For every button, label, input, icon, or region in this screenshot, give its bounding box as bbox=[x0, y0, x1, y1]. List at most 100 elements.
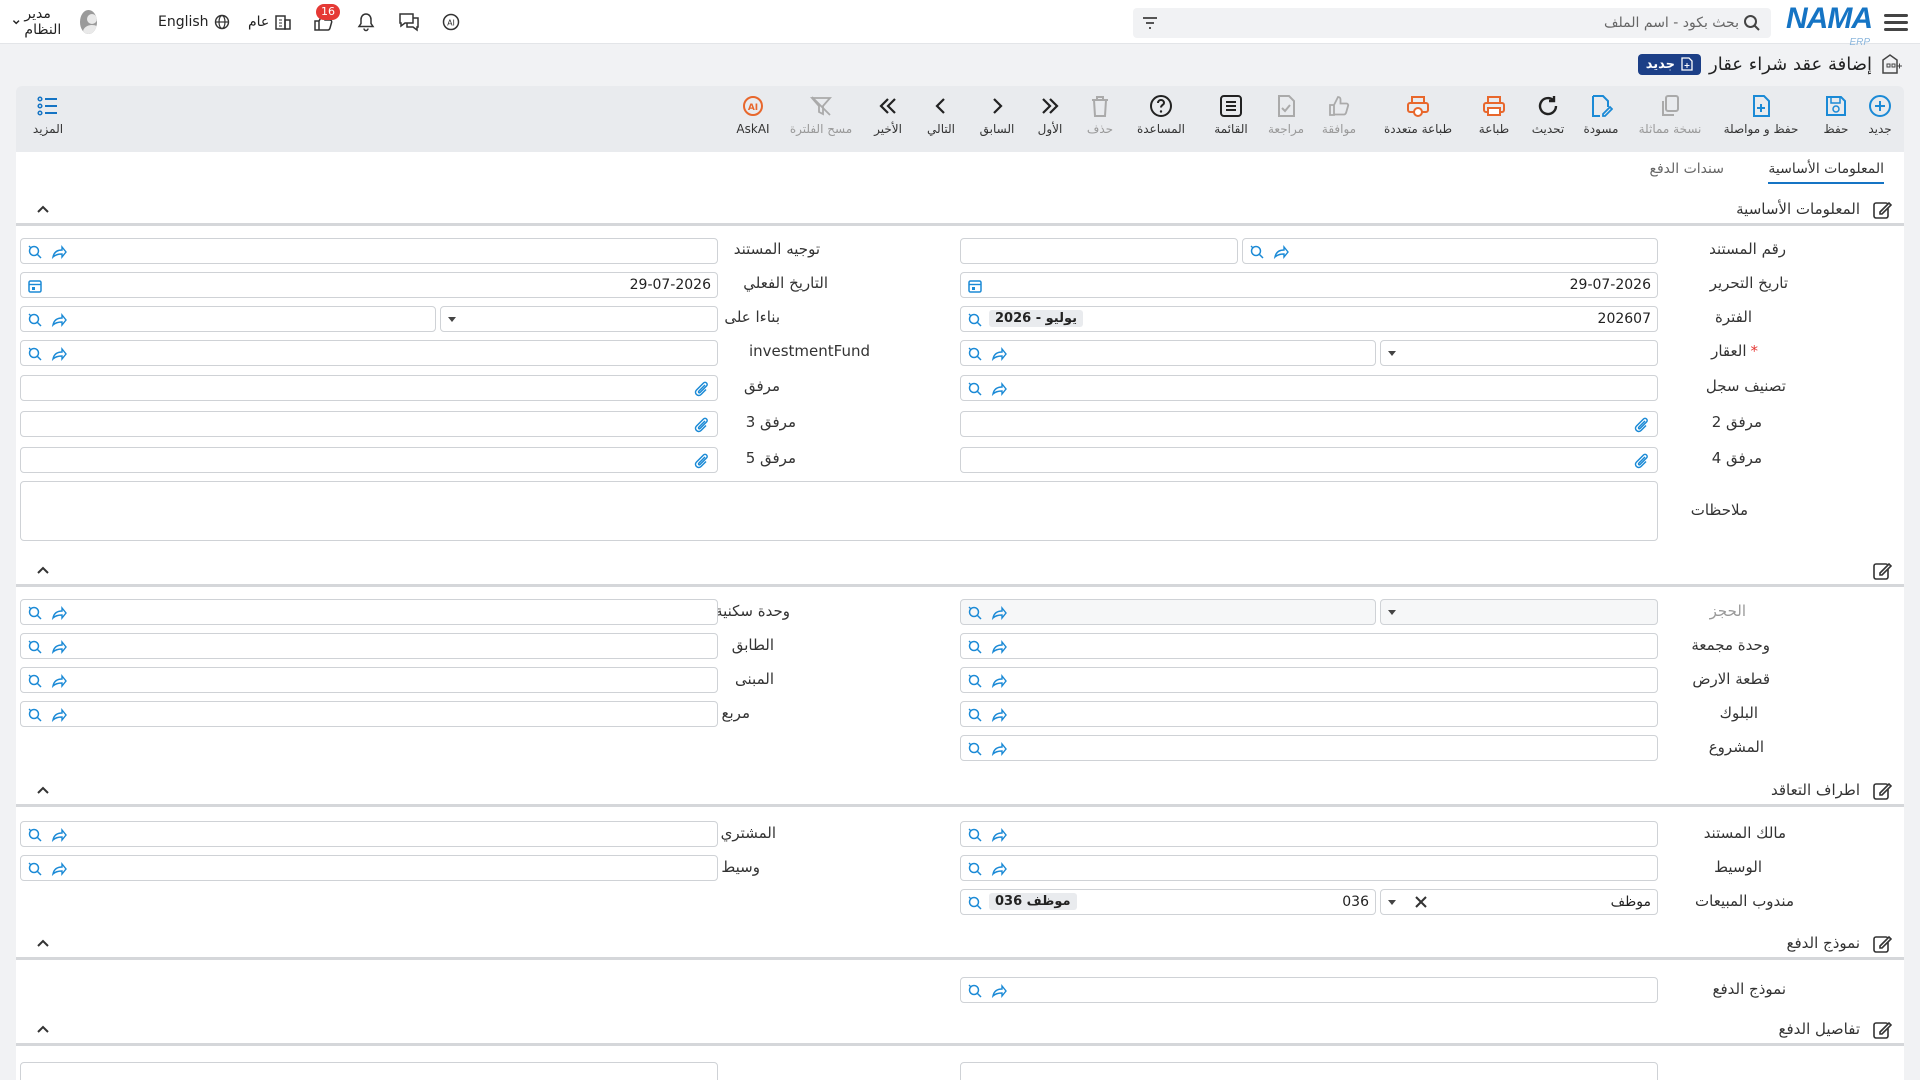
previous-button[interactable]: السابق bbox=[972, 94, 1022, 146]
search-refresh-icon[interactable] bbox=[967, 741, 983, 757]
chevron-up-icon[interactable] bbox=[36, 1022, 50, 1036]
share-arrow-icon[interactable] bbox=[991, 381, 1007, 397]
reservation-select[interactable] bbox=[1380, 599, 1658, 625]
more-button[interactable]: المزيد bbox=[24, 94, 72, 146]
delete-button[interactable]: حذف bbox=[1080, 94, 1120, 146]
square-field[interactable] bbox=[20, 701, 718, 727]
tab-payment-vouchers[interactable]: سندات الدفع bbox=[1650, 161, 1724, 177]
share-arrow-icon[interactable] bbox=[51, 861, 67, 877]
review-button[interactable]: مراجعة bbox=[1262, 94, 1310, 146]
actual-date-field[interactable]: 29-07-2026 bbox=[20, 272, 718, 298]
search-icon[interactable] bbox=[1743, 14, 1761, 32]
doc-number-secondary-field[interactable] bbox=[960, 238, 1238, 264]
search-refresh-icon[interactable] bbox=[27, 244, 43, 260]
edit-icon[interactable] bbox=[1872, 781, 1892, 801]
close-icon[interactable] bbox=[1415, 896, 1427, 908]
section-header-payment-model[interactable]: نموذج الدفع bbox=[16, 928, 1904, 960]
based-on-field[interactable] bbox=[20, 306, 436, 332]
section-header-payment-details[interactable]: تفاصيل الدفع bbox=[16, 1014, 1904, 1046]
floor-field[interactable] bbox=[20, 633, 718, 659]
search-refresh-icon[interactable] bbox=[27, 312, 43, 328]
next-button[interactable]: التالي bbox=[916, 94, 966, 146]
share-arrow-icon[interactable] bbox=[991, 861, 1007, 877]
search-refresh-icon[interactable] bbox=[27, 861, 43, 877]
share-arrow-icon[interactable] bbox=[991, 707, 1007, 723]
calendar-icon[interactable] bbox=[27, 278, 43, 294]
chevron-up-icon[interactable] bbox=[36, 783, 50, 797]
paperclip-icon[interactable] bbox=[1633, 452, 1651, 470]
buyer-field[interactable] bbox=[20, 821, 718, 847]
calendar-icon[interactable] bbox=[967, 278, 983, 294]
first-button[interactable]: الأول bbox=[1030, 94, 1070, 146]
search-refresh-icon[interactable] bbox=[27, 346, 43, 362]
edit-icon[interactable] bbox=[1872, 934, 1892, 954]
payment-details-field-partial[interactable] bbox=[960, 1062, 1658, 1080]
paperclip-icon[interactable] bbox=[693, 452, 711, 470]
last-button[interactable]: الأخير bbox=[866, 94, 910, 146]
share-arrow-icon[interactable] bbox=[51, 244, 67, 260]
sales-rep-type-select[interactable]: موظف bbox=[1380, 889, 1658, 915]
doc-owner-field[interactable] bbox=[960, 821, 1658, 847]
aggregate-unit-field[interactable] bbox=[960, 633, 1658, 659]
doc-direction-field[interactable] bbox=[20, 238, 718, 264]
draft-button[interactable]: مسودة bbox=[1576, 94, 1626, 146]
share-arrow-icon[interactable] bbox=[991, 983, 1007, 999]
paperclip-icon[interactable] bbox=[693, 380, 711, 398]
share-arrow-icon[interactable] bbox=[991, 639, 1007, 655]
edit-icon[interactable] bbox=[1872, 1020, 1892, 1040]
askai-button[interactable]: AI AskAI bbox=[728, 94, 778, 146]
new-button[interactable]: جديد bbox=[1860, 94, 1900, 146]
edit-icon[interactable] bbox=[1872, 561, 1892, 581]
notes-textarea[interactable] bbox=[20, 481, 1658, 541]
approvals-button[interactable]: 16 bbox=[312, 4, 340, 34]
search-refresh-icon[interactable] bbox=[967, 895, 983, 911]
share-arrow-icon[interactable] bbox=[991, 605, 1007, 621]
building-field[interactable] bbox=[20, 667, 718, 693]
block-field[interactable] bbox=[960, 701, 1658, 727]
payment-model-field[interactable] bbox=[960, 977, 1658, 1003]
reservation-field[interactable] bbox=[960, 599, 1376, 625]
notifications-button[interactable] bbox=[356, 10, 376, 34]
search-refresh-icon[interactable] bbox=[27, 605, 43, 621]
search-refresh-icon[interactable] bbox=[967, 673, 983, 689]
search-refresh-icon[interactable] bbox=[27, 707, 43, 723]
print-button[interactable]: طباعة bbox=[1472, 94, 1516, 146]
filter-icon[interactable] bbox=[1141, 14, 1159, 32]
attachment4-field[interactable] bbox=[960, 447, 1658, 473]
edit-icon[interactable] bbox=[1872, 200, 1892, 220]
search-refresh-icon[interactable] bbox=[27, 827, 43, 843]
search-refresh-icon[interactable] bbox=[967, 346, 983, 362]
broker-field[interactable] bbox=[960, 855, 1658, 881]
share-arrow-icon[interactable] bbox=[51, 673, 67, 689]
save-continue-button[interactable]: حفظ و مواصلة bbox=[1716, 94, 1806, 146]
project-field[interactable] bbox=[960, 735, 1658, 761]
search-refresh-icon[interactable] bbox=[967, 312, 983, 328]
share-arrow-icon[interactable] bbox=[51, 827, 67, 843]
similar-copy-button[interactable]: نسخة مماثلة bbox=[1630, 94, 1710, 146]
approve-button[interactable]: موافقة bbox=[1314, 94, 1364, 146]
menu-icon[interactable] bbox=[1884, 10, 1908, 34]
search-refresh-icon[interactable] bbox=[27, 673, 43, 689]
paperclip-icon[interactable] bbox=[1633, 416, 1651, 434]
share-arrow-icon[interactable] bbox=[51, 346, 67, 362]
search-refresh-icon[interactable] bbox=[967, 983, 983, 999]
scope-switch[interactable]: عام bbox=[248, 10, 292, 34]
search-refresh-icon[interactable] bbox=[967, 605, 983, 621]
search-input[interactable] bbox=[1199, 13, 1739, 33]
share-arrow-icon[interactable] bbox=[51, 707, 67, 723]
land-plot-field[interactable] bbox=[960, 667, 1658, 693]
section-header-parties[interactable]: اطراف التعاقد bbox=[16, 775, 1904, 807]
list-button[interactable]: القائمة bbox=[1206, 94, 1256, 146]
period-field[interactable]: 202607 2026 - يوليو bbox=[960, 306, 1658, 332]
share-arrow-icon[interactable] bbox=[991, 673, 1007, 689]
save-button[interactable]: حفظ bbox=[1816, 94, 1856, 146]
based-on-select[interactable] bbox=[440, 306, 718, 332]
issue-date-field[interactable]: 29-07-2026 bbox=[960, 272, 1658, 298]
residential-unit-field[interactable] bbox=[20, 599, 718, 625]
property-select[interactable] bbox=[1380, 340, 1658, 366]
search-refresh-icon[interactable] bbox=[967, 381, 983, 397]
search-refresh-icon[interactable] bbox=[967, 827, 983, 843]
share-arrow-icon[interactable] bbox=[1273, 244, 1289, 260]
help-button[interactable]: المساعدة bbox=[1126, 94, 1196, 146]
record-class-field[interactable] bbox=[960, 375, 1658, 401]
